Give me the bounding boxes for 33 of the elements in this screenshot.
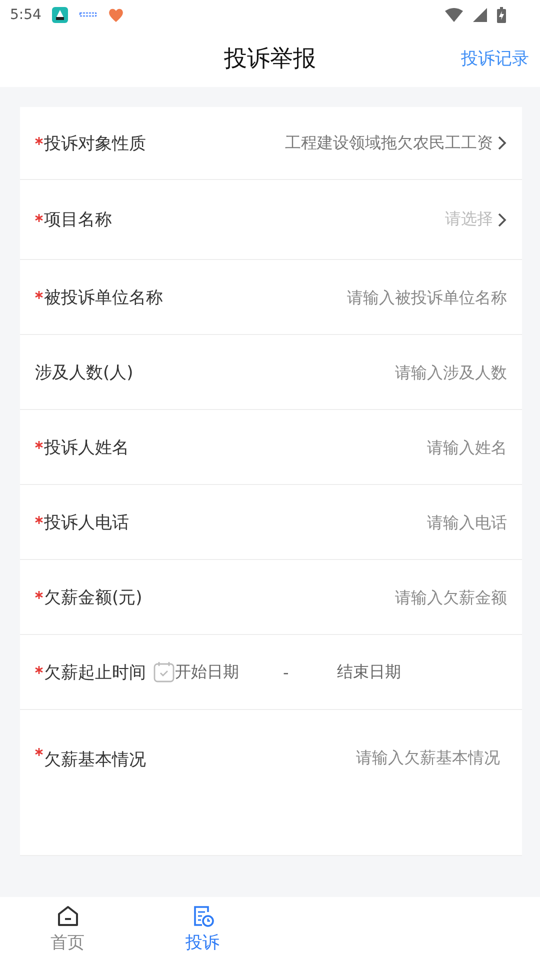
field-label: 投诉对象性质 (44, 132, 146, 154)
start-date-field[interactable]: 开始日期 (175, 662, 239, 682)
text-area[interactable]: 请输入欠薪基本情况 (220, 748, 500, 808)
field-label: 被投诉单位名称 (44, 286, 163, 308)
calendar-icon (153, 661, 175, 683)
home-icon (56, 904, 80, 928)
field-label: 投诉人电话 (44, 512, 129, 534)
heart-icon (107, 7, 126, 23)
signal-icon (473, 8, 487, 22)
battery-icon (497, 7, 506, 23)
field-label: 欠薪基本情况 (44, 749, 146, 771)
field-label: 欠薪起止时间 (44, 662, 146, 684)
page-title: 投诉举报 (224, 45, 316, 74)
field-label: 欠薪金额(元) (44, 586, 142, 608)
chevron-right-icon (497, 135, 507, 151)
wifi-icon (445, 8, 463, 22)
tab-item[interactable]: 首页 (0, 897, 135, 960)
date-separator: - (283, 662, 289, 682)
complaint-records-link[interactable]: 投诉记录 (461, 47, 529, 70)
input-field[interactable]: 请输入姓名 (247, 438, 507, 456)
select-field[interactable]: 工程建设领域拖欠农民工工资 (285, 132, 507, 154)
input-field[interactable]: 请输入被投诉单位名称 (247, 288, 507, 306)
input-field[interactable]: 请输入欠薪金额 (247, 588, 507, 606)
input-field[interactable]: 请输入涉及人数 (247, 362, 507, 382)
status-time: 5:54 (10, 7, 42, 23)
field-label: 投诉人姓名 (44, 436, 129, 458)
tab-item[interactable]: 投诉 (135, 897, 270, 960)
input-field[interactable]: 请输入电话 (247, 512, 507, 532)
field-label: 项目名称 (44, 209, 112, 231)
app-notification-icon (51, 6, 70, 24)
end-date-field[interactable]: 结束日期 (336, 662, 401, 682)
chevron-right-icon (497, 212, 507, 228)
field-label: 涉及人数(人) (35, 362, 134, 384)
